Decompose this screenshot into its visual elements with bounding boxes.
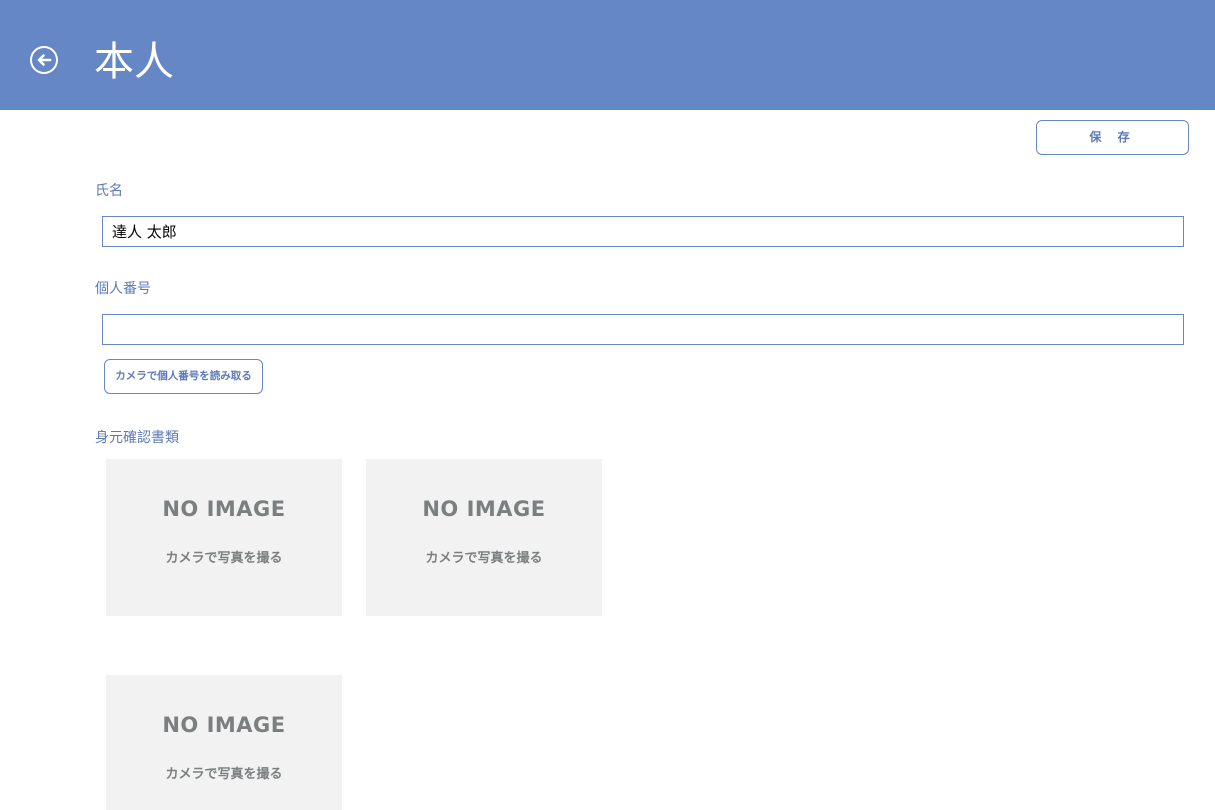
id-documents-label: 身元確認書類 — [95, 430, 179, 446]
take-photo-caption: カメラで写真を撮る — [165, 767, 283, 782]
no-image-text: NO IMAGE — [162, 497, 286, 521]
page-title: 本人 — [94, 39, 174, 85]
id-document-photo-slot-1[interactable]: NO IMAGE カメラで写真を撮る — [106, 459, 342, 616]
id-document-photo-slot-3[interactable]: NO IMAGE カメラで写真を撮る — [106, 675, 342, 810]
take-photo-caption: カメラで写真を撮る — [165, 551, 283, 566]
personal-number-input[interactable] — [102, 314, 1184, 345]
take-photo-caption: カメラで写真を撮る — [425, 551, 543, 566]
no-image-text: NO IMAGE — [162, 713, 286, 737]
name-label: 氏名 — [95, 183, 123, 199]
arrow-left-circle-icon — [37, 54, 52, 66]
personal-number-label: 個人番号 — [95, 281, 151, 297]
save-button[interactable]: 保 存 — [1036, 120, 1189, 155]
name-input[interactable] — [102, 216, 1184, 247]
app-header: 本人 — [0, 0, 1215, 110]
id-document-photo-slot-2[interactable]: NO IMAGE カメラで写真を撮る — [366, 459, 602, 616]
back-button[interactable] — [30, 46, 58, 74]
scan-personal-number-button[interactable]: カメラで個人番号を読み取る — [104, 359, 263, 394]
no-image-text: NO IMAGE — [422, 497, 546, 521]
